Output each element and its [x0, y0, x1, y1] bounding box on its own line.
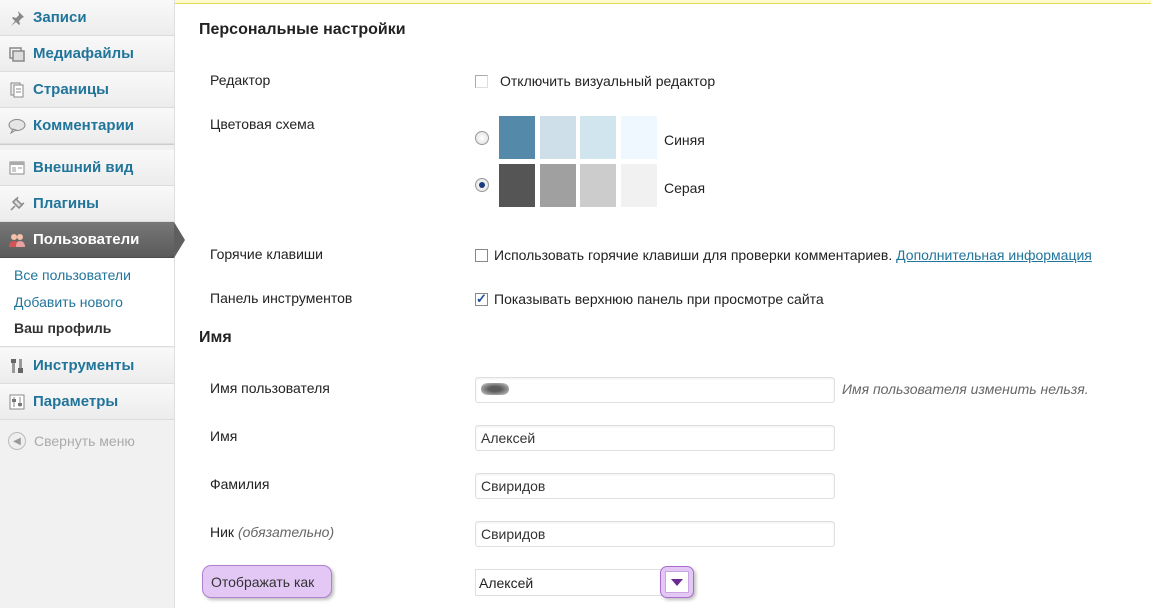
display-name-select[interactable]: Алексей — [475, 569, 687, 596]
disable-visual-editor-checkbox[interactable] — [475, 75, 488, 88]
hotkeys-label: Горячие клавиши — [210, 246, 323, 262]
display-name-label: Отображать как — [202, 565, 332, 598]
editor-label: Редактор — [210, 72, 271, 88]
scheme-gray-label: Серая — [664, 180, 706, 196]
submenu-all-users[interactable]: Все пользователи — [14, 267, 131, 283]
collapse-menu-label: Свернуть меню — [34, 433, 135, 449]
hotkeys-checkbox-text: Использовать горячие клавиши для проверк… — [494, 247, 893, 263]
menu-users[interactable]: Пользователи — [0, 222, 185, 258]
toolbar-label: Панель инструментов — [210, 290, 353, 306]
blue-swatch-3 — [580, 116, 616, 159]
submenu-add-new[interactable]: Добавить нового — [14, 294, 123, 310]
menu-pages-label: Страницы — [33, 81, 109, 98]
username-note: Имя пользователя изменить нельзя. — [842, 381, 1089, 397]
blue-swatch-2 — [540, 116, 576, 159]
menu-media-label: Медиафайлы — [33, 45, 134, 62]
username-blurred-value — [481, 383, 509, 395]
media-icon — [8, 45, 26, 63]
menu-tools-label: Инструменты — [33, 357, 135, 374]
menu-comments-label: Комментарии — [33, 117, 135, 134]
hotkeys-more-info-link[interactable]: Дополнительная информация — [896, 247, 1092, 263]
pages-icon — [8, 81, 26, 99]
collapse-menu-button[interactable]: ◀ Свернуть меню — [8, 432, 135, 450]
hotkeys-checkbox[interactable] — [475, 249, 488, 262]
first-name-label: Имя — [210, 428, 238, 444]
gray-swatch-4 — [621, 164, 657, 207]
pushpin-icon — [8, 9, 26, 27]
nickname-input[interactable] — [475, 521, 835, 547]
show-toolbar-label: Показывать верхнюю панель при просмотре … — [494, 291, 824, 307]
menu-media[interactable]: Медиафайлы — [0, 36, 174, 72]
plug-icon — [8, 195, 26, 213]
menu-users-label: Пользователи — [33, 231, 140, 248]
users-submenu: Все пользователи Добавить нового Ваш про… — [0, 258, 174, 347]
collapse-arrow-icon: ◀ — [8, 432, 26, 450]
menu-comments[interactable]: Комментарии — [0, 108, 174, 144]
name-heading: Имя — [199, 329, 232, 346]
last-name-input[interactable] — [475, 473, 835, 499]
menu-appearance-label: Внешний вид — [33, 159, 134, 176]
menu-posts-label: Записи — [33, 9, 87, 26]
gray-swatch-3 — [580, 164, 616, 207]
tools-icon — [8, 357, 26, 375]
menu-appearance[interactable]: Внешний вид — [0, 150, 174, 186]
hotkeys-checkbox-label: Использовать горячие клавиши для проверк… — [494, 247, 1092, 263]
personal-settings-heading: Персональные настройки — [199, 21, 406, 38]
menu-tools[interactable]: Инструменты — [0, 348, 174, 384]
show-toolbar-checkbox[interactable] — [475, 291, 488, 307]
menu-pages[interactable]: Страницы — [0, 72, 174, 108]
blue-swatch-4 — [621, 116, 657, 159]
gray-swatch-1 — [499, 164, 535, 207]
scheme-blue-label: Синяя — [664, 132, 705, 148]
username-label: Имя пользователя — [210, 380, 330, 396]
menu-plugins-label: Плагины — [33, 195, 99, 212]
menu-settings[interactable]: Параметры — [0, 384, 174, 420]
disable-visual-editor-label: Отключить визуальный редактор — [500, 73, 716, 89]
menu-plugins[interactable]: Плагины — [0, 186, 174, 222]
comment-bubble-icon — [8, 117, 26, 135]
nickname-label: Ник (обязательно) — [210, 524, 334, 540]
nickname-label-text: Ник — [210, 524, 235, 540]
gray-swatch-2 — [540, 164, 576, 207]
dropdown-arrow-box — [665, 571, 689, 593]
blue-swatch-1 — [499, 116, 535, 159]
admin-sidebar: Записи Медиафайлы Страницы Комментарии В… — [0, 0, 185, 608]
notice-bar — [175, 0, 1151, 4]
display-name-dropdown-button[interactable] — [660, 566, 694, 598]
menu-posts[interactable]: Записи — [0, 0, 174, 36]
menu-settings-label: Параметры — [33, 393, 119, 410]
scheme-blue-radio[interactable] — [475, 131, 489, 145]
scheme-gray-radio[interactable] — [475, 178, 489, 192]
display-name-selected-value: Алексей — [479, 574, 534, 591]
first-name-input[interactable] — [475, 425, 835, 451]
submenu-your-profile[interactable]: Ваш профиль — [14, 320, 111, 336]
nickname-required-note: (обязательно) — [237, 524, 335, 540]
username-input — [475, 377, 835, 403]
color-scheme-label: Цветовая схема — [210, 116, 315, 132]
users-icon — [8, 231, 26, 249]
chevron-down-icon — [671, 578, 683, 586]
last-name-label: Фамилия — [210, 476, 270, 492]
settings-icon — [8, 393, 26, 411]
appearance-icon — [8, 159, 26, 177]
